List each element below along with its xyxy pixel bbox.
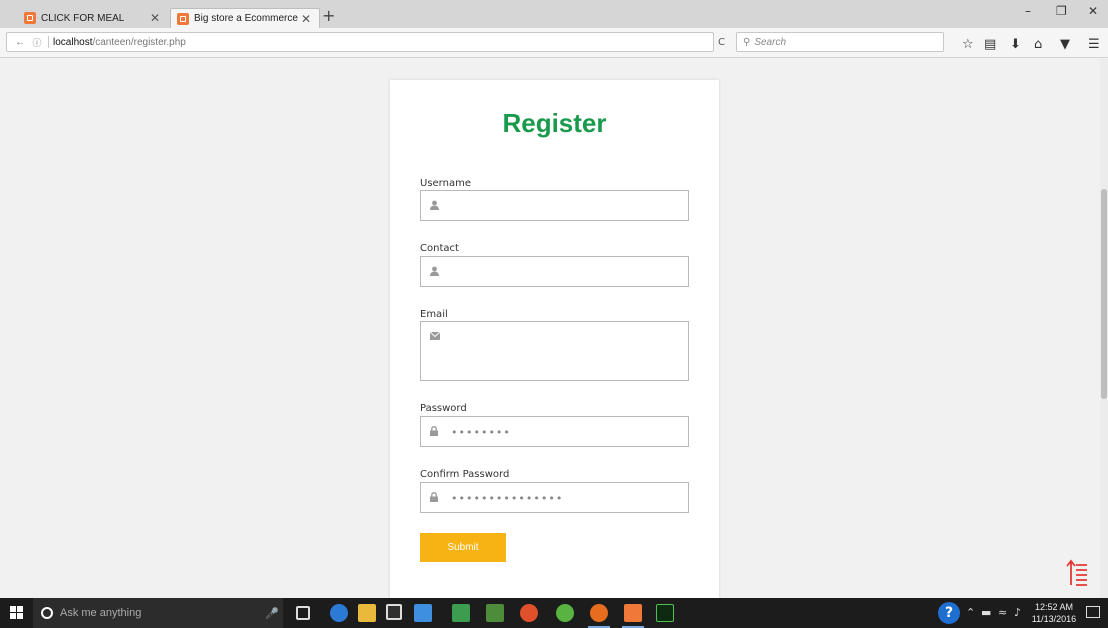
new-tab-button[interactable]: + [322, 6, 335, 25]
evernote-icon[interactable] [486, 604, 504, 622]
chrome-icon[interactable] [520, 604, 538, 622]
app-icon[interactable] [556, 604, 574, 622]
password-label: Password [420, 403, 467, 414]
dropbox-icon[interactable] [414, 604, 432, 622]
menu-icon[interactable]: ☰ [1088, 37, 1100, 52]
user-icon [430, 266, 439, 279]
store-icon[interactable] [386, 604, 402, 620]
confirm-password-field[interactable] [420, 482, 689, 513]
reading-list-icon[interactable]: ▤ [984, 37, 996, 52]
url-separator [48, 36, 49, 48]
page-scrollbar[interactable] [1100, 59, 1108, 598]
search-placeholder: Search [754, 36, 787, 48]
tab-close-button[interactable]: ✕ [299, 12, 313, 26]
battery-icon[interactable]: ▬ [981, 606, 991, 619]
site-favicon-icon [177, 12, 189, 25]
taskbar-clock[interactable]: 12:52 AM 11/13/2016 [1030, 601, 1078, 625]
browser-navigation-bar: ← ⓘ localhost/canteen/register.php C ⚲ S… [0, 28, 1108, 58]
minimize-button[interactable]: – [1025, 4, 1031, 18]
restore-button[interactable]: ❐ [1056, 4, 1067, 18]
task-view-icon[interactable] [296, 606, 310, 620]
edge-icon[interactable] [330, 604, 348, 622]
xampp-icon[interactable] [622, 604, 644, 628]
tab-title: CLICK FOR MEAL [41, 12, 125, 24]
volume-icon[interactable]: ♪ [1014, 606, 1021, 619]
microphone-icon[interactable]: 🎤 [265, 607, 279, 620]
contact-field[interactable] [420, 256, 689, 287]
star-icon[interactable]: ☆ [962, 37, 974, 52]
password-input[interactable] [451, 423, 681, 441]
clock-time: 12:52 AM [1034, 602, 1074, 612]
page-viewport: Register Username Contact Email Password [0, 59, 1108, 598]
windows-start-icon[interactable] [10, 606, 24, 620]
email-label: Email [420, 309, 448, 320]
pocket-icon[interactable]: ▼ [1060, 37, 1070, 52]
tray-chevron-icon[interactable]: ⌃ [966, 606, 975, 619]
wifi-icon[interactable]: ≈ [998, 606, 1007, 619]
contact-label: Contact [420, 243, 459, 254]
tab-title: Big store a Ecommerce O... [194, 13, 299, 24]
back-arrow-icon[interactable]: ← [13, 37, 27, 48]
submit-button[interactable]: Submit [420, 533, 506, 562]
info-icon[interactable]: ⓘ [30, 36, 44, 49]
cortana-placeholder: Ask me anything [60, 607, 142, 619]
username-label: Username [420, 178, 471, 189]
windows-taskbar: Ask me anything 🎤 ? ⌃ ▬ ≈ ♪ 12:52 AM 11/… [0, 598, 1108, 628]
home-icon[interactable]: ⌂ [1034, 37, 1042, 52]
lock-icon [430, 492, 438, 505]
download-icon[interactable]: ⬇ [1010, 37, 1021, 52]
password-field[interactable] [420, 416, 689, 447]
username-field[interactable] [420, 190, 689, 221]
help-icon[interactable]: ? [938, 602, 960, 624]
confirm-password-label: Confirm Password [420, 469, 510, 480]
lock-icon [430, 426, 438, 439]
browser-tab-strip: CLICK FOR MEAL ✕ Big store a Ecommerce O… [0, 0, 1108, 28]
tab-big-store[interactable]: Big store a Ecommerce O... ✕ [170, 8, 320, 28]
register-form-card: Register Username Contact Email Password [390, 80, 719, 598]
dreamweaver-icon[interactable] [656, 604, 674, 622]
username-input[interactable] [451, 197, 681, 215]
search-icon: ⚲ [743, 36, 751, 48]
email-field[interactable] [420, 321, 689, 381]
tab-click-for-meal[interactable]: CLICK FOR MEAL ✕ [18, 8, 168, 28]
scroll-to-top-icon[interactable] [1066, 559, 1088, 587]
tab-close-button[interactable]: ✕ [148, 11, 162, 25]
browser-search-box[interactable]: ⚲ Search [736, 32, 944, 52]
notification-center-icon[interactable] [1086, 606, 1100, 618]
gallery-icon[interactable] [452, 604, 470, 622]
window-close-button[interactable]: ✕ [1088, 4, 1098, 18]
user-icon [430, 200, 439, 213]
page-title: Register [502, 108, 607, 138]
scrollbar-thumb[interactable] [1101, 189, 1107, 399]
email-input[interactable] [451, 328, 681, 346]
clock-date: 11/13/2016 [1031, 614, 1077, 624]
envelope-icon [429, 331, 441, 343]
file-explorer-icon[interactable] [358, 604, 376, 622]
confirm-password-input[interactable] [451, 489, 681, 507]
address-bar[interactable]: ← ⓘ localhost/canteen/register.php [6, 32, 714, 52]
firefox-icon[interactable] [588, 604, 610, 628]
site-favicon-icon [24, 12, 36, 24]
cortana-icon [41, 607, 53, 619]
url-path: /canteen/register.php [92, 36, 186, 48]
contact-input[interactable] [451, 263, 681, 281]
reload-icon[interactable]: C [718, 37, 725, 48]
url-host: localhost [53, 36, 93, 48]
cortana-search-box[interactable]: Ask me anything [33, 598, 283, 628]
